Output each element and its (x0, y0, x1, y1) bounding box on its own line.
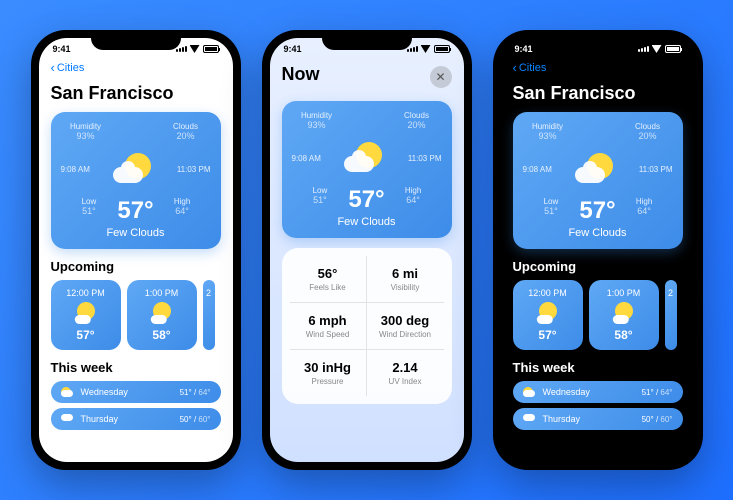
signal-icon (176, 46, 187, 52)
wifi-icon (652, 45, 662, 53)
signal-icon (638, 46, 649, 52)
back-button[interactable]: ‹Cities (513, 56, 683, 79)
back-label: Cities (519, 62, 547, 74)
partly-cloudy-icon (61, 387, 75, 397)
status-time: 9:41 (284, 44, 302, 54)
screen: 9:41 ‹Cities San Francisco Humidity93% C… (501, 38, 695, 462)
sun-cloud-icon (573, 147, 617, 191)
current-temp: 57° (348, 186, 384, 214)
cloud-icon (523, 414, 537, 424)
humidity-stat: Humidity93% (523, 122, 573, 141)
sunset-time: 11:03 PM (177, 165, 211, 174)
uv-index-cell: 2.14UV Index (367, 350, 444, 396)
low-stat: Low51° (61, 197, 118, 225)
phone-dark: 9:41 ‹Cities San Francisco Humidity93% C… (493, 30, 703, 470)
condition-text: Few Clouds (523, 227, 673, 239)
hourly-card[interactable]: 12:00 PM57° (51, 280, 121, 350)
screen: 9:41 ‹Cities San Francisco Humidity93% C… (39, 38, 233, 462)
week-row[interactable]: Thursday50° / 60° (51, 408, 221, 430)
hourly-row[interactable]: 12:00 PM57° 1:00 PM58° 2 (51, 280, 221, 350)
back-label: Cities (57, 62, 85, 74)
sunset-time: 11:03 PM (639, 165, 673, 174)
chevron-left-icon: ‹ (513, 60, 517, 75)
notch (553, 30, 643, 50)
page-title: San Francisco (51, 83, 221, 104)
wifi-icon (421, 45, 431, 53)
close-icon: ✕ (435, 70, 445, 84)
weather-card[interactable]: Humidity93% Clouds20% 9:08 AM 11:03 PM L… (513, 112, 683, 249)
hourly-card[interactable]: 2 (665, 280, 677, 350)
hourly-row[interactable]: 12:00 PM57° 1:00 PM58° 2 (513, 280, 683, 350)
status-indicators (176, 44, 219, 54)
sunrise-time: 9:08 AM (61, 165, 90, 174)
upcoming-label: Upcoming (51, 259, 221, 274)
sun-cloud-icon (111, 147, 155, 191)
feels-like-cell: 56°Feels Like (290, 256, 367, 303)
notch (322, 30, 412, 50)
week-row[interactable]: Wednesday51° / 64° (513, 381, 683, 403)
status-indicators (407, 44, 450, 54)
phone-light: 9:41 ‹Cities San Francisco Humidity93% C… (31, 30, 241, 470)
cloud-icon (61, 414, 75, 424)
page-title: Now (282, 64, 320, 85)
status-time: 9:41 (515, 44, 533, 54)
low-stat: Low51° (523, 197, 580, 225)
page-title: San Francisco (513, 83, 683, 104)
condition-text: Few Clouds (61, 227, 211, 239)
status-indicators (638, 44, 681, 54)
screen: 9:41 Now ✕ Humidity93% Clouds20% 9:08 AM (270, 38, 464, 462)
battery-icon (665, 45, 681, 53)
notch (91, 30, 181, 50)
battery-icon (203, 45, 219, 53)
chevron-left-icon: ‹ (51, 60, 55, 75)
weather-card[interactable]: Humidity93% Clouds20% 9:08 AM 11:03 PM L… (282, 101, 452, 238)
high-stat: High64° (385, 186, 442, 214)
wind-speed-cell: 6 mphWind Speed (290, 303, 367, 350)
wifi-icon (190, 45, 200, 53)
wind-direction-cell: 300 degWind Direction (367, 303, 444, 350)
details-grid: 56°Feels Like 6 miVisibility 6 mphWind S… (282, 248, 452, 404)
high-stat: High64° (154, 197, 211, 225)
week-row[interactable]: Wednesday51° / 64° (51, 381, 221, 403)
upcoming-label: Upcoming (513, 259, 683, 274)
condition-text: Few Clouds (292, 216, 442, 228)
sun-cloud-icon (342, 136, 386, 180)
status-time: 9:41 (53, 44, 71, 54)
humidity-stat: Humidity93% (61, 122, 111, 141)
partly-cloudy-icon (523, 387, 537, 397)
clouds-stat: Clouds20% (623, 122, 673, 141)
current-temp: 57° (579, 197, 615, 225)
hourly-card[interactable]: 2 (203, 280, 215, 350)
week-row[interactable]: Thursday50° / 60° (513, 408, 683, 430)
week-label: This week (513, 360, 683, 375)
hourly-card[interactable]: 1:00 PM58° (589, 280, 659, 350)
hourly-card[interactable]: 12:00 PM57° (513, 280, 583, 350)
back-button[interactable]: ‹Cities (51, 56, 221, 79)
pressure-cell: 30 inHgPressure (290, 350, 367, 396)
current-temp: 57° (117, 197, 153, 225)
high-stat: High64° (616, 197, 673, 225)
hourly-card[interactable]: 1:00 PM58° (127, 280, 197, 350)
week-label: This week (51, 360, 221, 375)
sunset-time: 11:03 PM (408, 154, 442, 163)
clouds-stat: Clouds20% (392, 111, 442, 130)
close-button[interactable]: ✕ (430, 66, 452, 88)
clouds-stat: Clouds20% (161, 122, 211, 141)
sunrise-time: 9:08 AM (292, 154, 321, 163)
low-stat: Low51° (292, 186, 349, 214)
weather-card[interactable]: Humidity93% Clouds20% 9:08 AM 11:03 PM L… (51, 112, 221, 249)
sunrise-time: 9:08 AM (523, 165, 552, 174)
visibility-cell: 6 miVisibility (367, 256, 444, 303)
phone-detail: 9:41 Now ✕ Humidity93% Clouds20% 9:08 AM (262, 30, 472, 470)
battery-icon (434, 45, 450, 53)
signal-icon (407, 46, 418, 52)
humidity-stat: Humidity93% (292, 111, 342, 130)
